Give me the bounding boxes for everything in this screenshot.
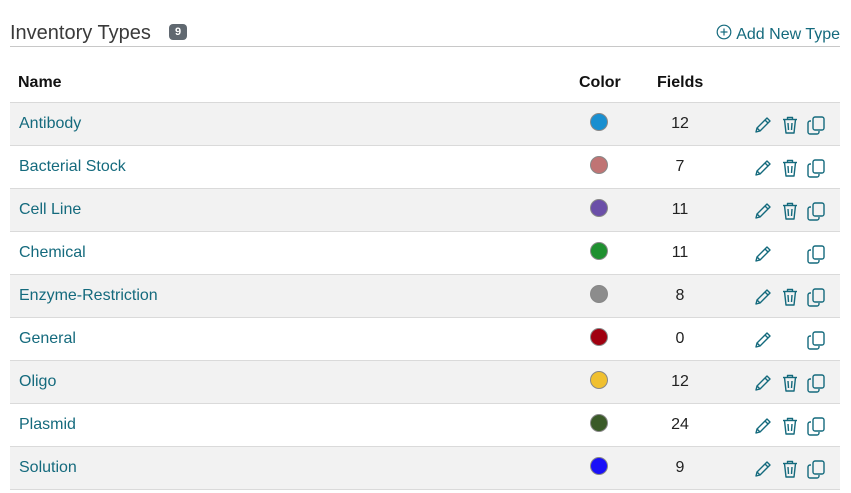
trash-icon[interactable] (779, 415, 801, 437)
fields-count: 8 (675, 287, 685, 304)
pencil-icon[interactable] (752, 286, 774, 308)
table-row: Cell Line 11 (10, 189, 840, 232)
pencil-icon[interactable] (752, 329, 774, 351)
add-new-type-button[interactable]: Add New Type (716, 24, 840, 45)
count-badge: 9 (169, 24, 188, 40)
pencil-icon[interactable] (752, 200, 774, 222)
add-new-type-label: Add New Type (736, 25, 840, 43)
trash-icon[interactable] (779, 114, 801, 136)
type-name-link[interactable]: Chemical (19, 244, 86, 262)
page-title: Inventory Types (10, 22, 151, 44)
pencil-icon[interactable] (752, 415, 774, 437)
trash-icon[interactable] (779, 372, 801, 394)
plus-circle-icon (716, 24, 732, 45)
pencil-icon[interactable] (752, 114, 774, 136)
page-header: Inventory Types 9 Add New Type (10, 18, 840, 47)
trash-icon[interactable] (779, 458, 801, 480)
trash-icon[interactable] (779, 286, 801, 308)
type-name-link[interactable]: Antibody (19, 115, 81, 133)
copy-icon[interactable] (805, 243, 827, 265)
inventory-types-table: Antibody 12 Bacterial Stock 7 Cell Line 11 Che… (10, 103, 840, 490)
column-header-fields: Fields (657, 74, 704, 91)
table-row: Oligo 12 (10, 361, 840, 404)
table-row: General 0 (10, 318, 840, 361)
trash-icon[interactable] (779, 200, 801, 222)
color-swatch (590, 242, 608, 260)
type-name-link[interactable]: Plasmid (19, 416, 76, 434)
pencil-icon[interactable] (752, 243, 774, 265)
column-header-name: Name (18, 74, 62, 91)
copy-icon[interactable] (805, 415, 827, 437)
color-swatch (590, 285, 608, 303)
copy-icon[interactable] (805, 114, 827, 136)
pencil-icon[interactable] (752, 458, 774, 480)
pencil-icon[interactable] (752, 157, 774, 179)
copy-icon[interactable] (805, 157, 827, 179)
type-name-link[interactable]: Solution (19, 459, 77, 477)
type-name-link[interactable]: Oligo (19, 373, 56, 391)
type-name-link[interactable]: Cell Line (19, 201, 81, 219)
trash-icon[interactable] (779, 157, 801, 179)
table-row: Bacterial Stock 7 (10, 146, 840, 189)
color-swatch (590, 457, 608, 475)
color-swatch (590, 199, 608, 217)
color-swatch (590, 113, 608, 131)
table-row: Enzyme-Restriction 8 (10, 275, 840, 318)
color-swatch (590, 156, 608, 174)
fields-count: 7 (675, 158, 685, 175)
table-row: Chemical 11 (10, 232, 840, 275)
type-name-link[interactable]: General (19, 330, 76, 348)
color-swatch (590, 371, 608, 389)
fields-count: 9 (675, 459, 685, 476)
fields-count: 24 (671, 416, 689, 433)
copy-icon[interactable] (805, 372, 827, 394)
copy-icon[interactable] (805, 200, 827, 222)
table-header: Name Color Fields (10, 62, 840, 103)
color-swatch (590, 328, 608, 346)
type-name-link[interactable]: Bacterial Stock (19, 158, 126, 176)
type-name-link[interactable]: Enzyme-Restriction (19, 287, 158, 305)
table-row: Solution 9 (10, 447, 840, 490)
copy-icon[interactable] (805, 458, 827, 480)
table-row: Plasmid 24 (10, 404, 840, 447)
copy-icon[interactable] (805, 286, 827, 308)
pencil-icon[interactable] (752, 372, 774, 394)
fields-count: 11 (671, 201, 689, 218)
copy-icon[interactable] (805, 329, 827, 351)
fields-count: 12 (671, 373, 689, 390)
fields-count: 0 (675, 330, 685, 347)
table-row: Antibody 12 (10, 103, 840, 146)
color-swatch (590, 414, 608, 432)
fields-count: 12 (671, 115, 689, 132)
column-header-color: Color (579, 74, 621, 91)
fields-count: 11 (671, 244, 689, 261)
